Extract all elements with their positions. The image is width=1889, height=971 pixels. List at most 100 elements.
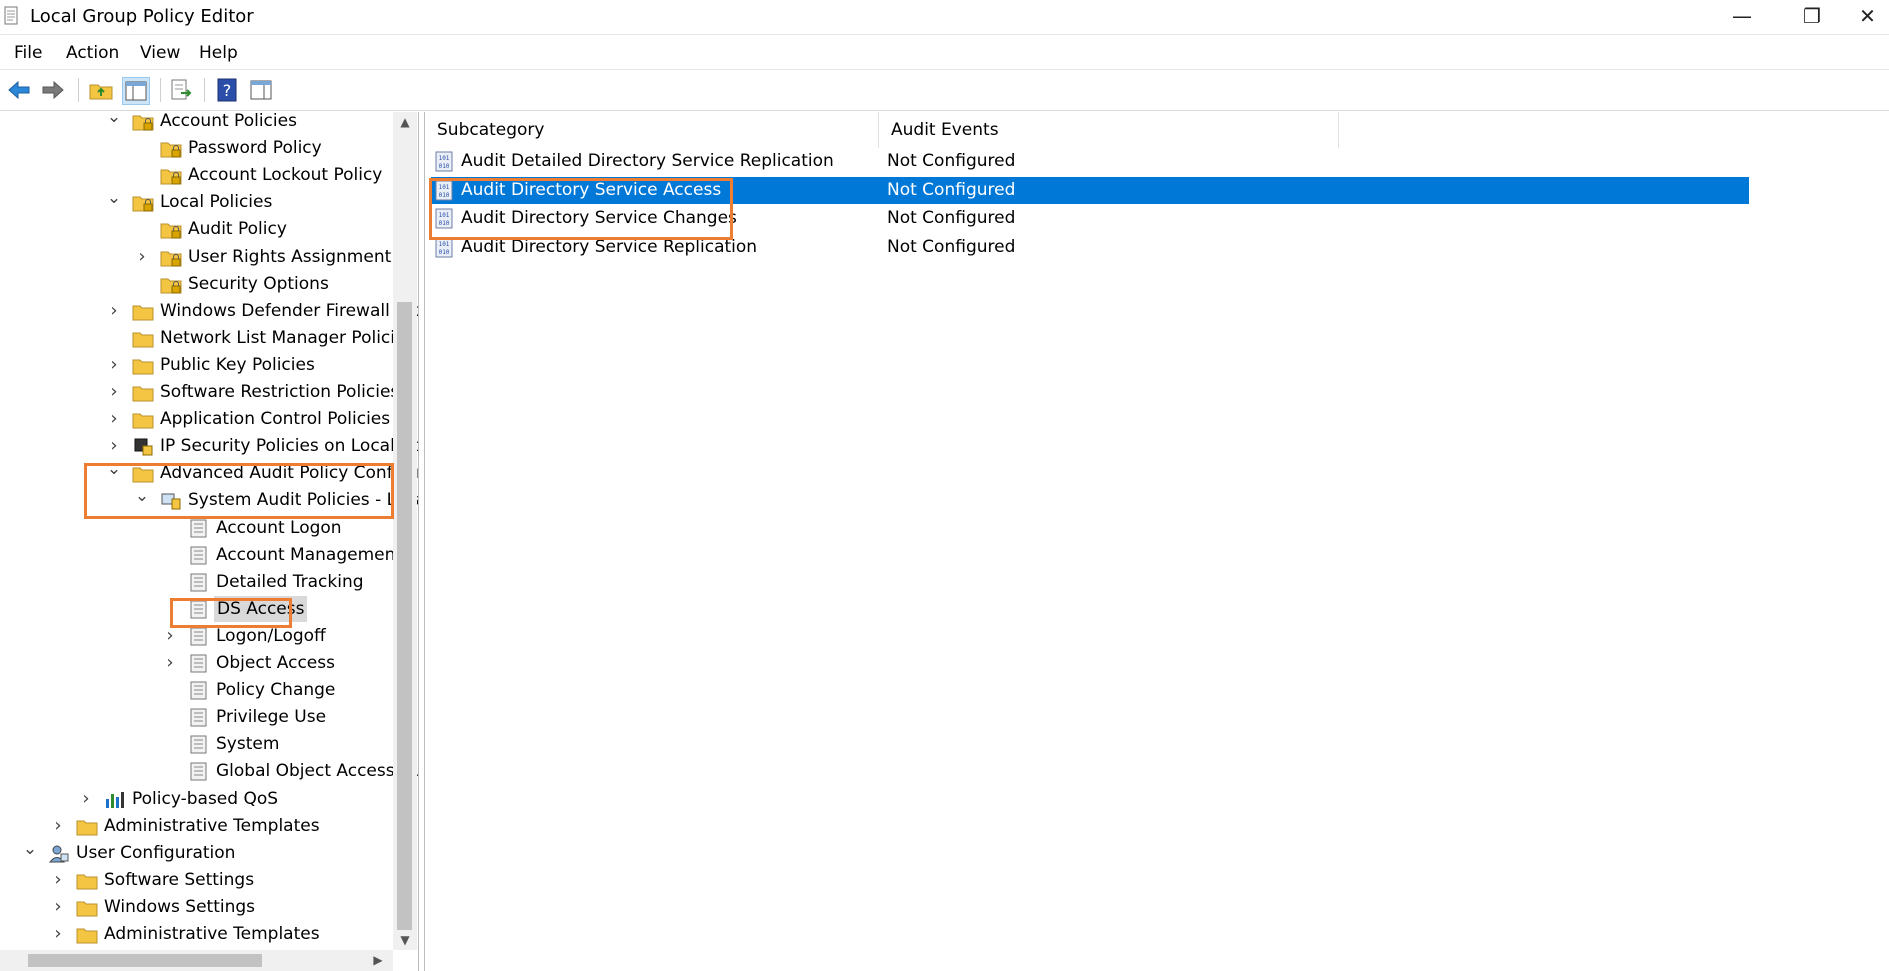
- list-item[interactable]: 101 010 Audit Directory Service Access Not …: [431, 176, 1749, 204]
- chevron-right-icon[interactable]: ›: [134, 244, 150, 270]
- tree-item-label: Logon/Logoff: [216, 625, 326, 646]
- tree-item[interactable]: › Windows Defender Firewall wit: [104, 298, 418, 324]
- scroll-right-icon[interactable]: ▶: [368, 950, 388, 971]
- close-button[interactable]: ✕: [1846, 0, 1889, 34]
- tree-item[interactable]: ⌄ Advanced Audit Policy Configu: [104, 460, 418, 486]
- scroll-up-icon[interactable]: ▲: [393, 112, 417, 132]
- tree-item[interactable]: Password Policy: [132, 135, 418, 161]
- chevron-right-icon[interactable]: ›: [106, 433, 122, 459]
- audit-events-cell: Not Configured: [887, 236, 1016, 257]
- chevron-right-icon[interactable]: ›: [50, 894, 66, 920]
- chevron-right-icon[interactable]: ›: [50, 921, 66, 947]
- tree-item[interactable]: › User Rights Assignment: [132, 244, 418, 270]
- tree-item[interactable]: › Logon/Logoff: [160, 623, 418, 649]
- no-expander: [106, 325, 122, 351]
- tree-item[interactable]: Privilege Use: [160, 704, 418, 730]
- chevron-down-icon[interactable]: ⌄: [106, 112, 122, 134]
- folder-icon: [132, 467, 154, 483]
- svg-text:101: 101: [439, 241, 450, 248]
- back-icon[interactable]: [6, 77, 32, 103]
- tree-item[interactable]: Global Object Access Au: [160, 758, 418, 784]
- tree-item[interactable]: Network List Manager Policies: [104, 325, 418, 351]
- chevron-right-icon[interactable]: ›: [162, 623, 178, 649]
- tree-item[interactable]: ⌄ System Audit Policies - Loca: [132, 487, 418, 513]
- tree-item-label: Privilege Use: [216, 707, 327, 728]
- tree-item[interactable]: Audit Policy: [132, 216, 418, 242]
- tree-item[interactable]: › Public Key Policies: [104, 352, 418, 378]
- tree-item[interactable]: › IP Security Policies on Local Co: [104, 433, 419, 459]
- tree-item[interactable]: › Object Access: [160, 650, 418, 676]
- locked-folder-icon: [160, 278, 182, 294]
- tree-horizontal-scrollbar[interactable]: ▶: [0, 950, 393, 971]
- menu-file[interactable]: File: [14, 43, 42, 63]
- menu-view[interactable]: View: [140, 43, 180, 63]
- menu-help[interactable]: Help: [199, 43, 238, 63]
- console-tree[interactable]: ⌄ Account Policies Password Policy Account …: [0, 112, 419, 971]
- tree-item[interactable]: › Policy-based QoS: [76, 786, 418, 812]
- chevron-right-icon[interactable]: ›: [106, 406, 122, 432]
- tree-item[interactable]: Account Logon: [160, 515, 418, 541]
- scroll-thumb[interactable]: [28, 954, 262, 967]
- show-hide-action-pane-icon[interactable]: [248, 77, 274, 103]
- scroll-down-icon[interactable]: ▼: [393, 930, 417, 950]
- up-folder-icon[interactable]: [88, 77, 114, 103]
- user-config-icon: [48, 845, 69, 863]
- chevron-right-icon[interactable]: ›: [50, 813, 66, 839]
- chevron-right-icon[interactable]: ›: [106, 379, 122, 405]
- restore-button[interactable]: ❐: [1782, 0, 1842, 34]
- tree-item[interactable]: Account Lockout Policy: [132, 162, 418, 188]
- tree-item[interactable]: Detailed Tracking: [160, 569, 418, 595]
- policy-list-icon: [190, 600, 207, 619]
- tree-item[interactable]: ⌄ Account Policies: [104, 112, 418, 134]
- tree-item[interactable]: › Windows Settings: [48, 894, 418, 920]
- chevron-down-icon[interactable]: ⌄: [22, 840, 38, 866]
- chevron-right-icon[interactable]: ›: [106, 352, 122, 378]
- tree-item[interactable]: › Software Settings: [48, 867, 418, 893]
- tree-item-label: Administrative Templates: [104, 815, 320, 836]
- tree-item[interactable]: Policy Change: [160, 677, 418, 703]
- locked-folder-icon: [160, 223, 182, 239]
- chevron-right-icon[interactable]: ›: [50, 867, 66, 893]
- tree-item-label: System: [216, 734, 280, 755]
- no-expander: [162, 758, 178, 784]
- tree-item[interactable]: › Administrative Templates: [48, 921, 418, 947]
- export-list-icon[interactable]: [168, 77, 194, 103]
- folder-icon: [132, 386, 154, 402]
- menu-action[interactable]: Action: [66, 43, 119, 63]
- help-icon[interactable]: ?: [214, 77, 240, 103]
- tree-vertical-scrollbar[interactable]: ▲ ▼: [393, 112, 417, 950]
- audit-events-cell: Not Configured: [887, 179, 1016, 200]
- audit-events-cell: Not Configured: [887, 151, 1016, 171]
- tree-item-label: IP Security Policies on Local Co: [160, 436, 419, 457]
- column-header-subcategory[interactable]: Subcategory: [425, 112, 879, 148]
- list-item[interactable]: 101 010 Audit Directory Service Replicatio…: [431, 234, 1749, 261]
- show-hide-tree-icon[interactable]: [122, 77, 150, 105]
- no-expander: [162, 704, 178, 730]
- svg-text:?: ?: [223, 81, 232, 100]
- tree-item[interactable]: DS Access: [160, 595, 418, 622]
- tree-item[interactable]: Account Management: [160, 542, 418, 568]
- tree-item-label: User Rights Assignment: [188, 246, 392, 267]
- tree-item[interactable]: › Administrative Templates: [48, 813, 418, 839]
- chevron-right-icon[interactable]: ›: [162, 650, 178, 676]
- tree-item[interactable]: System: [160, 731, 418, 757]
- list-item[interactable]: 101 010 Audit Directory Service Changes Not…: [431, 205, 1749, 232]
- tree-item-label: Public Key Policies: [160, 354, 315, 375]
- chevron-down-icon[interactable]: ⌄: [106, 189, 122, 215]
- minimize-button[interactable]: —: [1712, 0, 1772, 34]
- tree-item[interactable]: › Application Control Policies: [104, 406, 418, 432]
- chevron-right-icon[interactable]: ›: [78, 786, 94, 812]
- chevron-right-icon[interactable]: ›: [106, 298, 122, 324]
- column-header-audit-events[interactable]: Audit Events: [879, 112, 1339, 148]
- chevron-down-icon[interactable]: ⌄: [134, 487, 150, 513]
- tree-item[interactable]: Security Options: [132, 271, 418, 297]
- svg-text:010: 010: [439, 163, 450, 170]
- tree-item[interactable]: ⌄ User Configuration: [20, 840, 418, 866]
- chevron-down-icon[interactable]: ⌄: [106, 460, 122, 486]
- forward-icon[interactable]: [40, 77, 66, 103]
- tree-item[interactable]: ⌄ Local Policies: [104, 189, 418, 215]
- subcategory-cell: Audit Directory Service Changes: [461, 208, 737, 228]
- tree-item[interactable]: › Software Restriction Policies: [104, 379, 418, 405]
- list-item[interactable]: 101 010 Audit Detailed Directory Service R…: [431, 148, 1749, 175]
- scroll-thumb[interactable]: [397, 302, 412, 930]
